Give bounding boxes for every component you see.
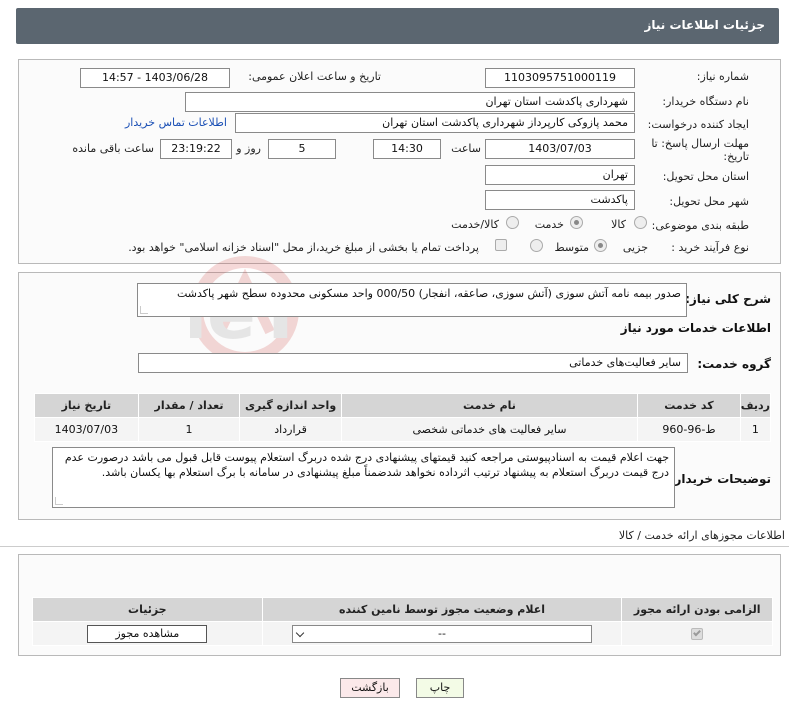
- page-title: جزئیات اطلاعات نیاز: [644, 18, 765, 32]
- col-unit: واحد اندازه گیری: [239, 393, 342, 418]
- buyer-org-field: شهرداری پاکدشت استان تهران: [185, 92, 635, 112]
- city-field: پاکدشت: [485, 190, 635, 210]
- summary-label: شرح کلی نیاز:: [685, 292, 771, 306]
- requester-label: ایجاد کننده درخواست:: [647, 118, 749, 131]
- days-field: 5: [268, 139, 336, 159]
- col-permit-details: جزئیات: [32, 597, 263, 622]
- deadline-label-date: تاریخ:: [723, 150, 749, 163]
- process-radio-minor[interactable]: [594, 239, 607, 252]
- deadline-label: مهلت ارسال پاسخ: تا: [651, 137, 749, 150]
- table-row: -- مشاهده مجوز: [32, 621, 773, 646]
- permits-section-title: اطلاعات مجوزهای ارائه خدمت / کالا: [618, 529, 785, 542]
- category-radio-service[interactable]: [570, 216, 583, 229]
- permit-status-value: --: [438, 626, 446, 640]
- checkmark-icon: [693, 628, 702, 637]
- back-button[interactable]: بازگشت: [340, 678, 400, 698]
- remaining-time-field: 23:19:22: [160, 139, 232, 159]
- need-number-field: 1103095751000119: [485, 68, 635, 88]
- col-permit-status: اعلام وضعیت مجوز توسط نامین کننده: [261, 597, 623, 622]
- table-row: 1 ط-96-960 سایر فعالیت های خدماتی شخصی ق…: [34, 417, 772, 442]
- resize-grip-icon: [140, 306, 148, 314]
- category-option-goods: کالا: [611, 218, 626, 231]
- cell-quantity: 1: [137, 417, 241, 442]
- contact-buyer-link[interactable]: اطلاعات تماس خریدار: [125, 116, 227, 129]
- permits-divider: [0, 546, 789, 547]
- col-service-code: کد خدمت: [637, 393, 741, 418]
- col-service-name: نام خدمت: [340, 393, 639, 418]
- province-field: تهران: [485, 165, 635, 185]
- services-table-header: ردیف کد خدمت نام خدمت واحد اندازه گیری ت…: [34, 393, 772, 418]
- cell-row: 1: [739, 417, 772, 442]
- category-radio-goods[interactable]: [634, 216, 647, 229]
- category-radio-goods-service[interactable]: [506, 216, 519, 229]
- requester-field: محمد پازوکی کارپرداز شهرداری پاکدشت استا…: [235, 113, 635, 133]
- col-need-date: تاریخ نیاز: [34, 393, 139, 418]
- buyer-org-label: نام دستگاه خریدار:: [662, 95, 749, 108]
- category-option-service: خدمت: [534, 218, 564, 231]
- province-label: استان محل تحویل:: [662, 170, 749, 183]
- buyer-notes-textarea: جهت اعلام قیمت به اسنادپیوستی مراجعه کنی…: [52, 447, 675, 508]
- permit-required-checkbox: [691, 628, 704, 640]
- process-option-medium: متوسط: [554, 241, 589, 254]
- view-permit-button[interactable]: مشاهده مجوز: [87, 624, 208, 643]
- remaining-label: ساعت باقی مانده: [72, 142, 154, 155]
- permits-table: الزامی بودن ارائه مجوز اعلام وضعیت مجوز …: [32, 597, 773, 646]
- col-permit-required: الزامی بودن ارائه مجوز: [621, 597, 773, 622]
- col-quantity: تعداد / مقدار: [137, 393, 241, 418]
- summary-textarea: صدور بیمه نامه آتش سوزی (آتش سوزی، صاعقه…: [137, 283, 687, 317]
- permits-table-header: الزامی بودن ارائه مجوز اعلام وضعیت مجوز …: [32, 597, 773, 622]
- cell-permit-required: [621, 621, 773, 646]
- announce-field: 1403/06/28 - 14:57: [80, 68, 230, 88]
- deadline-time-label: ساعت: [451, 142, 481, 155]
- process-option-minor: جزیی: [622, 241, 648, 254]
- cell-unit: قرارداد: [239, 417, 342, 442]
- buyer-notes-text: جهت اعلام قیمت به اسنادپیوستی مراجعه کنی…: [64, 451, 669, 479]
- process-radio-medium[interactable]: [530, 239, 543, 252]
- cell-service-name: سایر فعالیت های خدماتی شخصی: [340, 417, 639, 442]
- need-info-panel: [18, 59, 781, 264]
- buyer-notes-label: توضیحات خریدار:: [669, 472, 771, 486]
- process-label: نوع فرآیند خرید :: [671, 241, 749, 254]
- cell-permit-status: --: [261, 621, 623, 646]
- days-label: روز و: [236, 142, 261, 155]
- cell-need-date: 1403/07/03: [34, 417, 139, 442]
- services-title: اطلاعات خدمات مورد نیاز: [620, 321, 771, 335]
- summary-text: صدور بیمه نامه آتش سوزی (آتش سوزی، صاعقه…: [176, 287, 681, 300]
- city-label: شهر محل تحویل:: [669, 195, 749, 208]
- category-label: طبقه بندی موضوعی:: [651, 219, 749, 232]
- col-row: ردیف: [739, 393, 772, 418]
- need-number-label: شماره نیاز:: [696, 70, 749, 83]
- treasury-checkbox[interactable]: [495, 239, 507, 251]
- deadline-time-field: 14:30: [373, 139, 441, 159]
- announce-label: تاریخ و ساعت اعلان عمومی:: [248, 70, 381, 83]
- deadline-date-field: 1403/07/03: [485, 139, 635, 159]
- service-group-field: سایر فعالیت‌های خدماتی: [138, 353, 688, 373]
- category-option-goods-service: کالا/خدمت: [451, 218, 499, 231]
- header-bar: جزئیات اطلاعات نیاز: [16, 8, 779, 44]
- cell-permit-details: مشاهده مجوز: [32, 621, 263, 646]
- resize-grip-icon: [55, 497, 63, 505]
- print-button[interactable]: چاپ: [416, 678, 464, 698]
- permit-status-select[interactable]: --: [292, 624, 593, 643]
- cell-service-code: ط-96-960: [637, 417, 741, 442]
- chevron-down-icon: [295, 628, 305, 637]
- services-table: ردیف کد خدمت نام خدمت واحد اندازه گیری ت…: [34, 393, 772, 442]
- service-group-label: گروه خدمت:: [697, 357, 771, 371]
- treasury-note: پرداخت تمام یا بخشی از مبلغ خرید،از محل …: [128, 241, 479, 254]
